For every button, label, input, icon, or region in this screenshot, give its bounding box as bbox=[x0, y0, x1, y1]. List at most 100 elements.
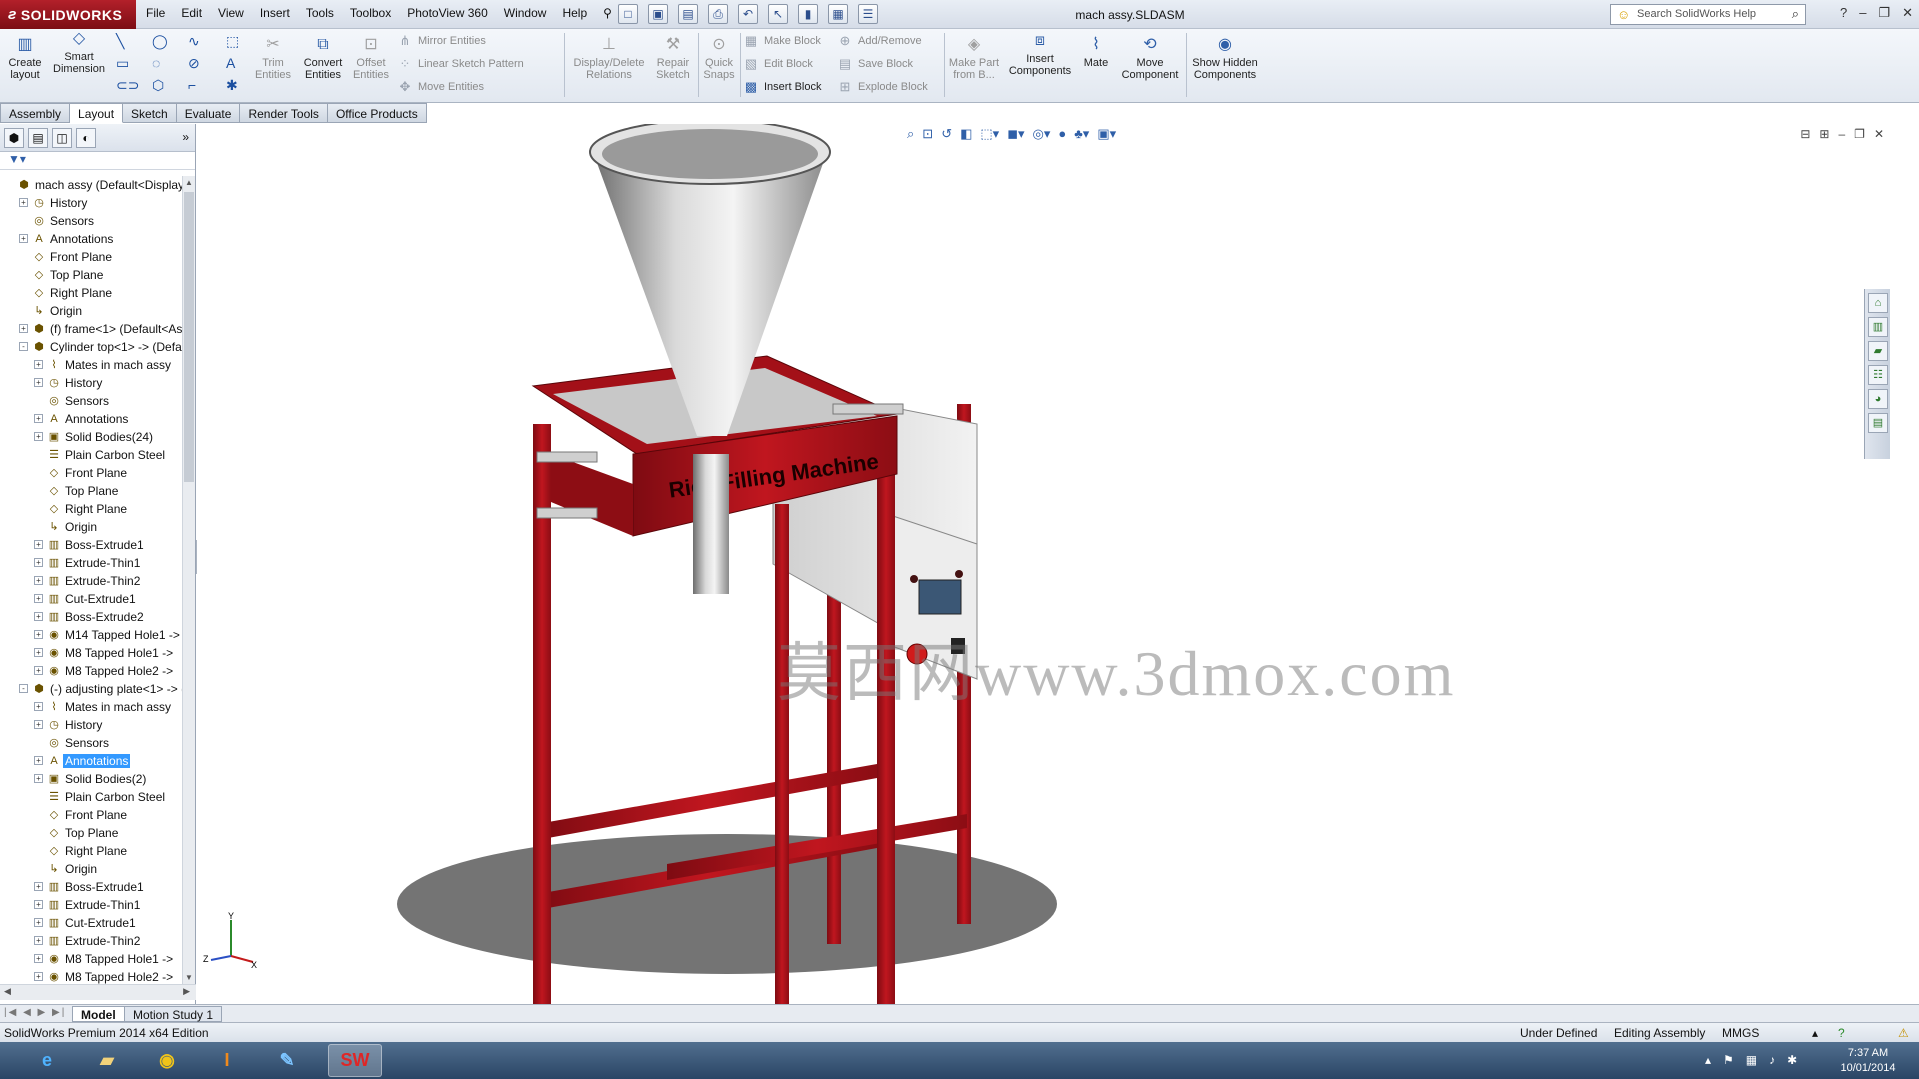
tree-node[interactable]: + ◉ M8 Tapped Hole2 -> bbox=[0, 968, 182, 984]
expand-icon[interactable]: + bbox=[19, 324, 28, 333]
expand-panel-icon[interactable]: » bbox=[182, 130, 189, 144]
construction-icon[interactable]: ⬚ bbox=[226, 33, 239, 50]
smart-dimension-button[interactable]: ◇ Smart Dimension bbox=[50, 29, 108, 75]
tree-node[interactable]: - ⬢ Cylinder top<1> -> (Defau bbox=[0, 338, 182, 356]
model-3d-render[interactable]: Rice Filling Machine bbox=[197, 124, 1890, 1004]
custom-properties-icon[interactable]: ▤ bbox=[1868, 413, 1888, 433]
offset-entities-button[interactable]: ⊡ Offset Entities bbox=[348, 35, 394, 81]
tree-node[interactable]: + A Annotations bbox=[0, 752, 182, 770]
tree-node[interactable]: + ◉ M14 Tapped Hole1 -> bbox=[0, 626, 182, 644]
expand-icon[interactable]: + bbox=[34, 414, 43, 423]
close-icon[interactable]: ✕ bbox=[1902, 5, 1913, 21]
tree-node[interactable]: ◎ Sensors bbox=[0, 392, 182, 410]
tab-model[interactable]: Model bbox=[72, 1006, 125, 1022]
slot-icon[interactable]: ⊂⊃ bbox=[116, 77, 139, 94]
chamfer-icon[interactable]: ⌐ bbox=[188, 77, 196, 93]
tree-node[interactable]: + ▣ Solid Bodies(2) bbox=[0, 770, 182, 788]
tree-node[interactable]: + ▥ Boss-Extrude2 bbox=[0, 608, 182, 626]
resources-icon[interactable]: ⌂ bbox=[1868, 293, 1888, 313]
tree-node[interactable]: + ▥ Extrude-Thin2 bbox=[0, 572, 182, 590]
collapse-icon[interactable]: - bbox=[19, 342, 28, 351]
tree-node[interactable]: + ▥ Cut-Extrude1 bbox=[0, 590, 182, 608]
undo-icon[interactable]: ↶ bbox=[738, 4, 758, 24]
expand-icon[interactable]: + bbox=[34, 666, 43, 675]
solidworks-logo[interactable]: ƨ SOLIDWORKS bbox=[0, 0, 136, 29]
tree-node[interactable]: - ⬢ (-) adjusting plate<1> -> ( bbox=[0, 680, 182, 698]
new-document-icon[interactable]: □ bbox=[618, 4, 638, 24]
tree-node[interactable]: ☰ Plain Carbon Steel bbox=[0, 788, 182, 806]
inventor-icon[interactable]: I bbox=[200, 1044, 254, 1077]
expand-icon[interactable]: + bbox=[34, 756, 43, 765]
tab-layout[interactable]: Layout bbox=[70, 103, 124, 123]
expand-icon[interactable]: + bbox=[34, 936, 43, 945]
menu-edit[interactable]: Edit bbox=[181, 6, 202, 20]
tree-node[interactable]: + ◷ History bbox=[0, 716, 182, 734]
tree-node[interactable]: + A Annotations bbox=[0, 230, 182, 248]
expand-icon[interactable]: + bbox=[19, 234, 28, 243]
expand-icon[interactable]: + bbox=[34, 594, 43, 603]
tree-node[interactable]: + ▥ Extrude-Thin1 bbox=[0, 896, 182, 914]
scroll-up-icon[interactable]: ▲ bbox=[184, 178, 194, 187]
add-remove-button[interactable]: ⊕ Add/Remove bbox=[838, 32, 922, 50]
rebuild-icon[interactable]: ▮ bbox=[798, 4, 818, 24]
solidworks-taskbar-icon[interactable]: SW bbox=[328, 1044, 382, 1077]
tree-node[interactable]: ◇ Right Plane bbox=[0, 842, 182, 860]
expand-icon[interactable]: + bbox=[34, 882, 43, 891]
expand-icon[interactable]: + bbox=[34, 954, 43, 963]
line-icon[interactable]: ╲ bbox=[116, 33, 124, 50]
pin-icon[interactable]: ⚲ bbox=[603, 6, 612, 20]
save-block-button[interactable]: ▤ Save Block bbox=[838, 55, 913, 73]
save-icon[interactable]: ▤ bbox=[678, 4, 698, 24]
polygon-icon[interactable]: ⬡ bbox=[152, 77, 164, 94]
file-explorer-taskbar-icon[interactable]: ▰ bbox=[80, 1044, 134, 1077]
collapse-icon[interactable]: - bbox=[19, 684, 28, 693]
tree-node[interactable]: + ⌇ Mates in mach assy bbox=[0, 356, 182, 374]
help-question-icon[interactable]: ? bbox=[1840, 5, 1847, 21]
explode-block-button[interactable]: ⊞ Explode Block bbox=[838, 78, 928, 96]
rebuild-status-icon[interactable]: ⚠ bbox=[1898, 1026, 1909, 1040]
tab-scroll-arrows-icon[interactable]: |◀ ◀ ▶ ▶| bbox=[4, 1007, 66, 1018]
tab-evaluate[interactable]: Evaluate bbox=[176, 103, 241, 123]
expand-icon[interactable]: + bbox=[34, 612, 43, 621]
tree-node[interactable]: ☰ Plain Carbon Steel bbox=[0, 446, 182, 464]
tree-node[interactable]: ↳ Origin bbox=[0, 518, 182, 536]
design-library-icon[interactable]: ▥ bbox=[1868, 317, 1888, 337]
scroll-left-icon[interactable]: ◀ bbox=[4, 986, 11, 997]
internet-explorer-icon[interactable]: e bbox=[20, 1044, 74, 1077]
tree-node[interactable]: + ▥ Extrude-Thin2 bbox=[0, 932, 182, 950]
scroll-right-icon[interactable]: ▶ bbox=[183, 986, 190, 997]
expand-icon[interactable]: + bbox=[19, 198, 28, 207]
move-component-button[interactable]: ⟲ Move Component bbox=[1116, 35, 1184, 81]
menu-window[interactable]: Window bbox=[504, 6, 547, 20]
tree-node[interactable]: + ▥ Extrude-Thin1 bbox=[0, 554, 182, 572]
menu-photoview[interactable]: PhotoView 360 bbox=[407, 6, 488, 20]
rectangle-icon[interactable]: ▭ bbox=[116, 55, 129, 72]
tree-node[interactable]: ◎ Sensors bbox=[0, 734, 182, 752]
insert-block-button[interactable]: ▩ Insert Block bbox=[744, 78, 822, 96]
expand-icon[interactable]: + bbox=[34, 360, 43, 369]
menu-view[interactable]: View bbox=[218, 6, 244, 20]
menu-file[interactable]: File bbox=[146, 6, 165, 20]
sketch-fillet-icon[interactable]: ⊘ bbox=[188, 55, 200, 72]
print-icon[interactable]: ⎙ bbox=[708, 4, 728, 24]
expand-icon[interactable]: + bbox=[34, 774, 43, 783]
menu-toolbox[interactable]: Toolbox bbox=[350, 6, 391, 20]
expand-icon[interactable]: + bbox=[34, 900, 43, 909]
options-icon[interactable]: ☰ bbox=[858, 4, 878, 24]
tab-motion-study[interactable]: Motion Study 1 bbox=[124, 1006, 223, 1022]
expand-icon[interactable]: + bbox=[34, 576, 43, 585]
chrome-icon[interactable]: ◉ bbox=[140, 1044, 194, 1077]
tree-vertical-scrollbar[interactable]: ▲ ▼ bbox=[182, 176, 195, 984]
flag-icon[interactable]: ⚑ bbox=[1723, 1053, 1734, 1067]
open-folder-icon[interactable]: ▣ bbox=[648, 4, 668, 24]
tree-node[interactable]: + A Annotations bbox=[0, 410, 182, 428]
tree-node[interactable]: + ⌇ Mates in mach assy bbox=[0, 698, 182, 716]
show-hidden-components-button[interactable]: ◉ Show Hidden Components bbox=[1190, 35, 1260, 81]
quick-tips-icon[interactable]: ? bbox=[1838, 1026, 1845, 1040]
tree-node[interactable]: ↳ Origin bbox=[0, 860, 182, 878]
magnifier-icon[interactable]: ⌕ bbox=[1792, 6, 1799, 22]
tree-node[interactable]: + ▥ Boss-Extrude1 bbox=[0, 536, 182, 554]
tree-node[interactable]: ◇ Top Plane bbox=[0, 482, 182, 500]
linear-sketch-pattern-button[interactable]: ⁘ Linear Sketch Pattern bbox=[398, 55, 524, 73]
graphics-area[interactable]: ⌕ ⊡ ↺ ◧ ⬚▾ ◼▾ ◎▾ ● ♣▾ ▣▾ ⊟ ⊞ ‒ ❐ ✕ Rice … bbox=[197, 124, 1890, 1004]
